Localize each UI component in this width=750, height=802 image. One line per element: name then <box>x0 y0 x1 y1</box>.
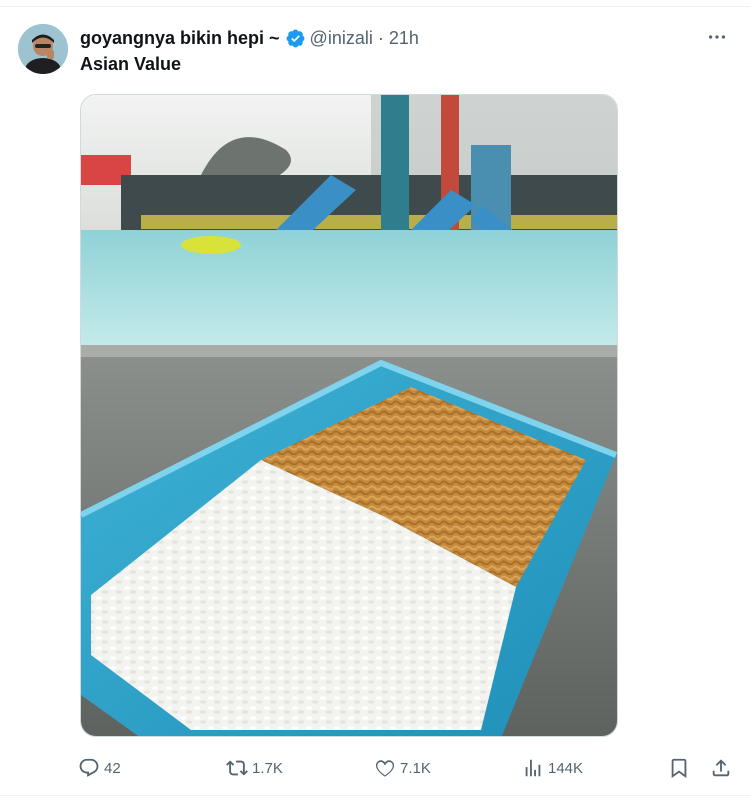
bottom-divider <box>0 795 750 796</box>
timestamp[interactable]: 21h <box>389 28 419 49</box>
reply-button[interactable]: 42 <box>78 754 121 782</box>
tweet-photo[interactable] <box>80 94 618 737</box>
more-horizontal-icon[interactable] <box>702 22 732 52</box>
bar-chart-icon <box>525 759 541 777</box>
reply-bubble-icon <box>79 758 99 777</box>
display-name[interactable]: goyangnya bikin hepi ~ <box>80 28 280 49</box>
tweet-text: Asian Value <box>80 54 182 74</box>
bookmark-icon <box>671 758 687 779</box>
views-button[interactable]: 144K <box>522 754 583 782</box>
reply-count: 42 <box>104 759 121 777</box>
bookmark-button[interactable] <box>668 754 694 782</box>
like-count: 7.1K <box>400 759 431 777</box>
avatar[interactable] <box>18 24 68 74</box>
repost-button[interactable]: 1.7K <box>226 754 283 782</box>
repost-count: 1.7K <box>252 759 283 777</box>
separator-dot: · <box>377 27 384 48</box>
tweet-header: goyangnya bikin hepi ~ @inizali · 21h <box>80 26 730 50</box>
handle[interactable]: @inizali <box>310 28 373 49</box>
like-button[interactable]: 7.1K <box>374 754 431 782</box>
repost-arrows-icon <box>226 760 248 776</box>
action-bar: 42 1.7K 7.1K 144K <box>76 754 734 782</box>
verified-badge-icon <box>285 28 306 49</box>
share-upload-icon <box>712 759 730 777</box>
heart-icon <box>375 760 395 777</box>
views-count: 144K <box>548 759 584 777</box>
share-button[interactable] <box>710 754 736 782</box>
top-divider <box>0 6 750 7</box>
